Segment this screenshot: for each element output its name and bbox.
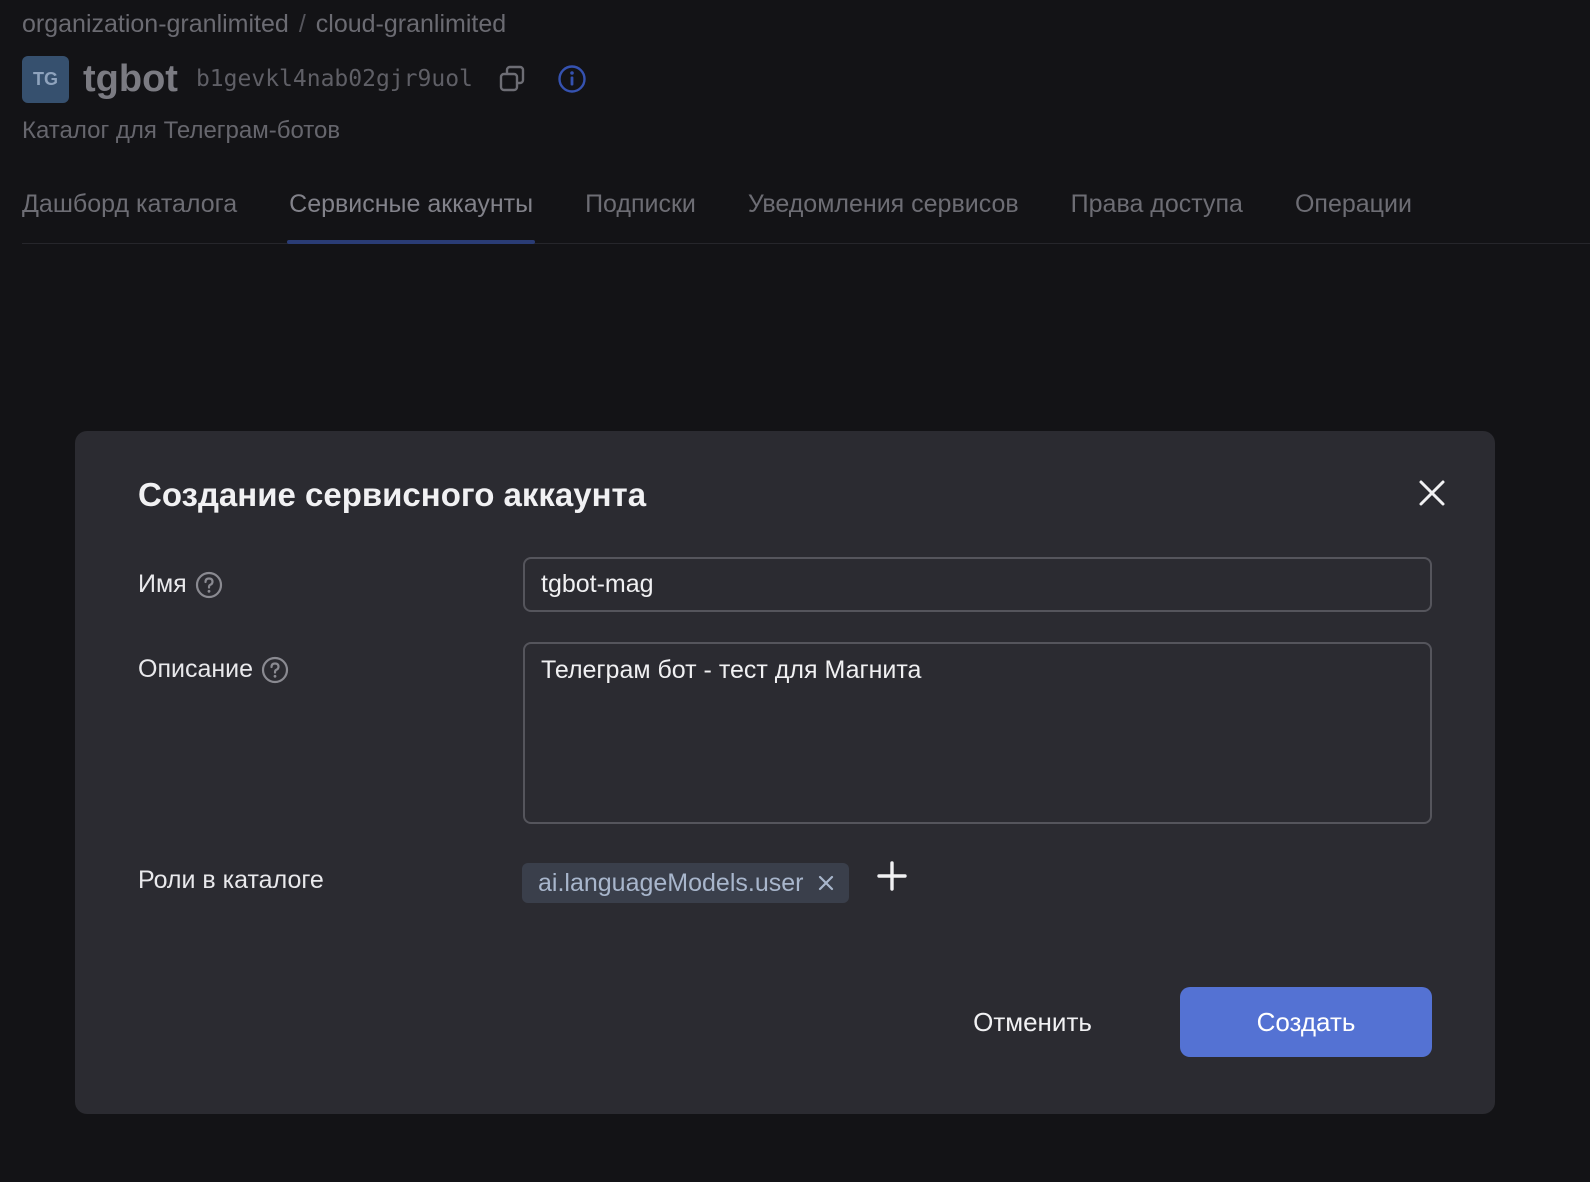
page: organization-granlimited / cloud-granlim… [0, 0, 1590, 1182]
folder-avatar: TG [22, 55, 69, 103]
tab-access-rights[interactable]: Права доступа [1071, 170, 1243, 243]
name-label-text: Имя [138, 570, 187, 598]
folder-header: TG tgbot b1gevkl4nab02gjr9uol [22, 55, 587, 103]
page-title: tgbot [83, 57, 178, 100]
tab-operations[interactable]: Операции [1295, 170, 1412, 243]
breadcrumb-cloud[interactable]: cloud-granlimited [316, 10, 506, 39]
folder-description: Каталог для Телеграм-ботов [22, 117, 341, 144]
help-icon[interactable] [195, 571, 223, 599]
breadcrumb: organization-granlimited / cloud-granlim… [22, 10, 506, 39]
create-button[interactable]: Создать [1180, 987, 1432, 1057]
close-icon [1419, 480, 1445, 506]
description-label-text: Описание [138, 655, 254, 683]
dialog-title: Создание сервисного аккаунта [138, 476, 647, 513]
description-textarea[interactable]: Телеграм бот - тест для Магнита [523, 642, 1432, 824]
tab-service-notifications[interactable]: Уведомления сервисов [748, 170, 1019, 243]
close-button[interactable] [1412, 473, 1452, 513]
copy-icon[interactable] [497, 64, 527, 94]
roles-label: Роли в каталоге [138, 866, 324, 894]
tab-bar: Дашборд каталога Сервисные аккаунты Подп… [22, 170, 1590, 244]
help-icon[interactable] [261, 656, 289, 684]
folder-id: b1gevkl4nab02gjr9uol [195, 66, 473, 92]
description-label: Описание [138, 655, 289, 684]
breadcrumb-organization[interactable]: organization-granlimited [22, 10, 289, 39]
tab-dashboard[interactable]: Дашборд каталога [22, 170, 237, 243]
breadcrumb-separator: / [298, 10, 306, 38]
role-chip-label: ai.languageModels.user [538, 868, 804, 897]
info-icon[interactable] [557, 64, 587, 94]
name-label: Имя [138, 570, 223, 599]
role-chip: ai.languageModels.user [522, 863, 850, 903]
create-service-account-dialog: Создание сервисного аккаунта Имя tgbot-m… [75, 431, 1495, 1114]
remove-icon[interactable] [815, 872, 837, 894]
tab-service-accounts[interactable]: Сервисные аккаунты [287, 170, 535, 244]
name-field[interactable]: tgbot-mag [523, 557, 1432, 612]
cancel-button[interactable]: Отменить [945, 987, 1120, 1057]
tab-subscriptions[interactable]: Подписки [585, 170, 696, 243]
plus-icon[interactable] [875, 859, 909, 893]
